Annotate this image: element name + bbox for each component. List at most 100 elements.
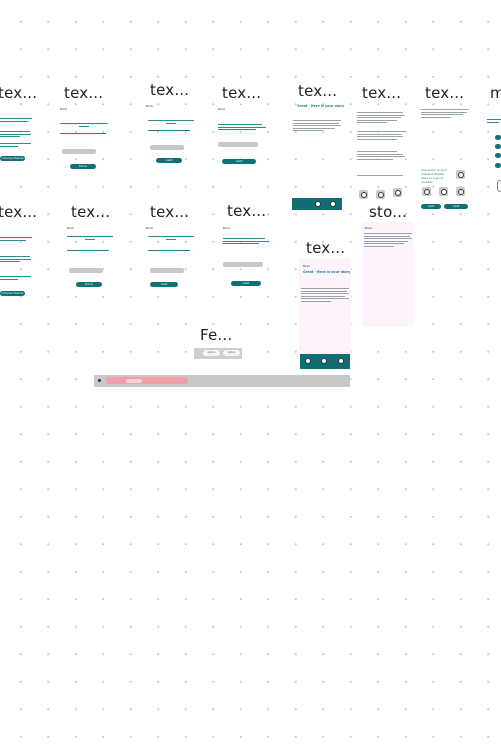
icon-tile[interactable] [456, 187, 465, 196]
text-block [218, 124, 266, 132]
story-text [364, 233, 412, 249]
frame-title: Fe... [200, 326, 233, 344]
settings-icon [377, 191, 384, 198]
progress-fill [106, 377, 188, 384]
text-block [0, 118, 32, 123]
input-field[interactable] [62, 149, 96, 154]
frame-title: tex... [71, 203, 111, 221]
choose-theme-button[interactable]: Choose theme [0, 291, 25, 296]
text-block [357, 131, 405, 141]
text-block [148, 120, 194, 125]
next-button[interactable]: next [222, 159, 256, 164]
option-chip[interactable]: option [203, 350, 220, 356]
text-block [357, 151, 405, 161]
frame-title: tex... [222, 84, 262, 102]
frame-title: sto... [369, 203, 408, 221]
frame-title: tex... [227, 202, 267, 220]
globe-icon[interactable] [338, 358, 344, 364]
text-block [357, 175, 405, 178]
text-block [60, 123, 108, 128]
story-text [293, 120, 341, 133]
download-icon[interactable] [330, 201, 336, 207]
done-button[interactable]: Done [76, 282, 102, 287]
globe-icon [457, 188, 464, 195]
frame-title: tex... [306, 239, 346, 257]
text-block [223, 238, 269, 246]
progress-track [94, 375, 350, 387]
settings-icon [440, 188, 447, 195]
chip-bar: option option [194, 348, 242, 359]
text-block [0, 276, 32, 281]
share-icon[interactable] [315, 201, 321, 207]
refresh-icon [423, 188, 430, 195]
text-block [67, 236, 113, 241]
done-button[interactable]: Done [70, 164, 96, 169]
option-chip[interactable]: option [223, 350, 240, 356]
input-field[interactable] [69, 268, 103, 273]
globe-icon [394, 189, 401, 196]
next-button[interactable]: next [421, 204, 441, 209]
text-block [0, 143, 32, 148]
story-prompt: Use some of your answers Please save in … [421, 168, 448, 184]
frame-title: tex... [425, 84, 465, 102]
text-block [148, 236, 194, 241]
frame-title: tex... [0, 84, 38, 102]
option-button[interactable] [495, 135, 501, 140]
frame-title: tex... [150, 81, 190, 99]
choose-theme-button[interactable]: Choose theme [0, 156, 25, 161]
icon-tile[interactable] [422, 187, 431, 196]
icon-tile[interactable] [376, 190, 385, 199]
back-label[interactable]: Back [146, 104, 153, 108]
icon-bar [292, 198, 342, 210]
input-field[interactable] [150, 268, 184, 273]
back-label[interactable]: Back [67, 226, 74, 230]
option-button[interactable] [495, 144, 501, 149]
option-button[interactable] [495, 153, 501, 158]
text-block [0, 237, 32, 242]
text-line [60, 133, 106, 135]
icon-tile[interactable] [359, 190, 368, 199]
icon-bar [300, 354, 350, 369]
back-label[interactable]: Back [60, 107, 67, 111]
refresh-icon [360, 191, 367, 198]
next-button[interactable]: next [150, 282, 178, 287]
option-button[interactable] [495, 163, 501, 168]
icon-tile[interactable] [393, 188, 402, 197]
story-headline: Great · Here is your story [303, 270, 351, 274]
story-headline: Great · Here is your story [297, 104, 345, 108]
back-label[interactable]: Back [365, 226, 372, 230]
story-text [301, 288, 349, 304]
settings-icon[interactable] [321, 358, 327, 364]
frame-title: m [490, 84, 501, 102]
frame-title: tex... [298, 82, 338, 100]
text-block [0, 131, 32, 139]
text-line [67, 250, 109, 252]
icon-tile[interactable] [456, 170, 465, 179]
frame-title: tex... [64, 84, 104, 102]
play-icon[interactable] [98, 379, 101, 382]
progress-thumb[interactable] [126, 378, 142, 383]
frame-title: tex... [0, 203, 38, 221]
refresh-icon[interactable] [305, 358, 311, 364]
text-block [421, 109, 469, 119]
next-button[interactable]: next [231, 281, 261, 286]
text-line [148, 250, 190, 252]
back-label[interactable]: Back [303, 264, 310, 268]
frame-title: tex... [150, 203, 190, 221]
frame-title: tex... [362, 84, 402, 102]
toggle[interactable] [497, 180, 501, 192]
text-block [357, 112, 405, 125]
input-field[interactable] [150, 145, 184, 150]
input-field[interactable] [223, 262, 263, 267]
text-line [148, 130, 190, 132]
back-label[interactable]: Back [218, 107, 225, 111]
input-field[interactable] [218, 142, 258, 147]
next-button[interactable]: next [444, 204, 468, 209]
text-block [0, 256, 32, 264]
text-block [487, 119, 501, 124]
back-label[interactable]: Back [146, 226, 153, 230]
next-button[interactable]: next [156, 158, 182, 163]
settings-icon [457, 171, 464, 178]
icon-tile[interactable] [439, 187, 448, 196]
back-label[interactable]: Back [223, 226, 230, 230]
